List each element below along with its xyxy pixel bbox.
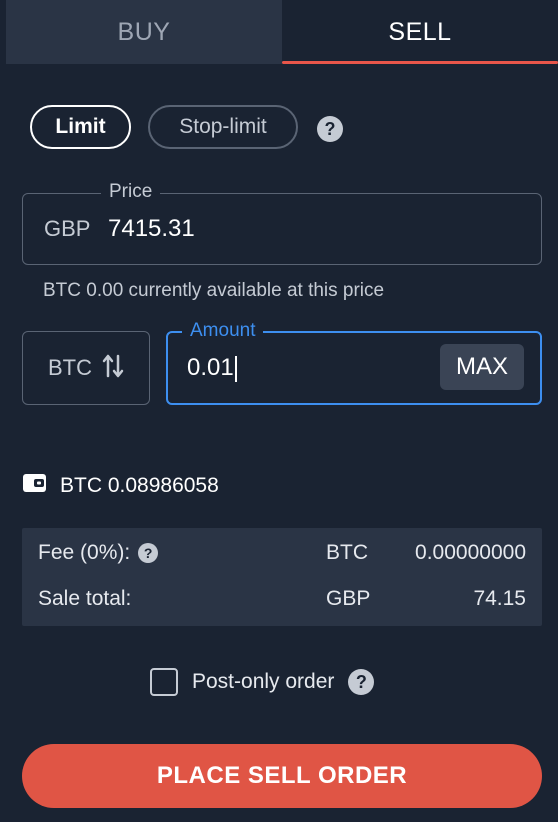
post-only-help-icon[interactable]: ? <box>348 669 375 695</box>
order-type-stop-limit-label: Stop-limit <box>179 115 267 138</box>
fee-label: Fee (0%): <box>38 541 131 564</box>
order-type-limit-label: Limit <box>55 115 106 138</box>
swap-vertical-icon <box>102 353 124 384</box>
fee-currency: BTC <box>326 541 368 564</box>
max-button[interactable]: MAX <box>440 344 524 390</box>
price-input[interactable]: 7415.31 <box>108 215 195 243</box>
amount-currency-label: BTC <box>48 355 92 380</box>
tab-buy-label: BUY <box>117 17 171 46</box>
fee-help-icon[interactable]: ? <box>138 543 159 563</box>
price-currency: GBP <box>44 216 91 241</box>
currency-swap-button[interactable]: BTC <box>22 331 150 405</box>
place-sell-order-label: PLACE SELL ORDER <box>156 762 408 789</box>
order-type-stop-limit-button[interactable]: Stop-limit <box>148 105 298 149</box>
tab-buy[interactable]: BUY <box>6 0 282 64</box>
fee-row: Fee (0%): ? BTC 0.00000000 <box>38 538 526 568</box>
sale-total-currency: GBP <box>326 587 371 610</box>
sale-total-label: Sale total: <box>38 587 132 610</box>
order-summary: Fee (0%): ? BTC 0.00000000 Sale total: G… <box>22 528 542 626</box>
sale-total-row: Sale total: GBP 74.15 <box>38 584 526 614</box>
amount-input[interactable]: 0.01 <box>187 354 237 382</box>
sale-total-amount: 74.15 <box>473 587 526 610</box>
fee-amount: 0.00000000 <box>415 541 526 564</box>
price-legend: Price <box>101 181 161 203</box>
order-type-help-icon[interactable]: ? <box>317 116 343 142</box>
wallet-icon <box>22 472 48 500</box>
max-button-label: MAX <box>455 353 508 380</box>
price-field[interactable]: Price GBP 7415.31 <box>22 181 542 265</box>
post-only-checkbox[interactable] <box>150 668 178 696</box>
post-only-label[interactable]: Post-only order <box>192 670 334 694</box>
active-tab-indicator <box>282 61 558 64</box>
place-sell-order-button[interactable]: PLACE SELL ORDER <box>22 744 542 808</box>
trade-tabs: BUY SELL <box>6 0 558 64</box>
wallet-balance: BTC 0.08986058 <box>22 472 219 500</box>
amount-field[interactable]: Amount 0.01 MAX <box>166 320 542 405</box>
text-caret <box>234 355 237 382</box>
order-type-limit-button[interactable]: Limit <box>30 105 131 149</box>
availability-note: BTC 0.00 currently available at this pri… <box>43 280 385 301</box>
amount-legend: Amount <box>182 320 264 342</box>
tab-sell[interactable]: SELL <box>282 0 558 64</box>
trade-panel: BUY SELL Limit Stop-limit ? Price GBP 74… <box>0 0 558 822</box>
post-only-option: Post-only order ? <box>150 668 375 696</box>
wallet-balance-value: BTC 0.08986058 <box>60 474 219 497</box>
tab-sell-label: SELL <box>388 17 452 46</box>
